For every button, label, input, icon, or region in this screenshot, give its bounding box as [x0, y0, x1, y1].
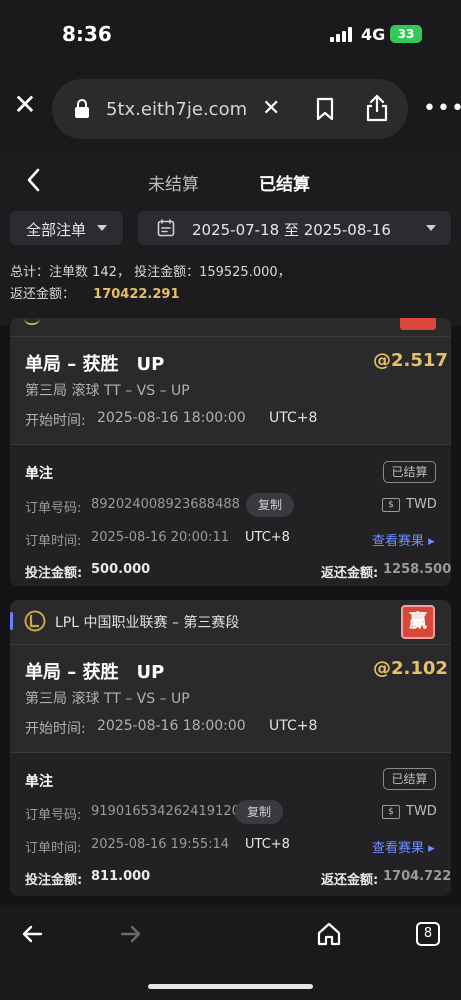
copy-button[interactable]: 复制	[246, 493, 294, 517]
summary-totals: 总计：注单数 142， 投注金额：159525.000，	[10, 265, 291, 280]
start-time-label: 开始时间:	[25, 721, 86, 737]
divider	[10, 752, 451, 753]
start-time-tz: UTC+8	[269, 718, 318, 734]
settled-badge: 已结算	[383, 461, 436, 483]
return-value: 1704.722	[383, 869, 452, 884]
chevron-down-icon	[426, 225, 436, 231]
settled-badge: 已结算	[383, 768, 436, 790]
status-time: 8:36	[62, 22, 112, 46]
bet-match-info: 第三局 滚球 TT – VS – UP	[25, 691, 190, 707]
back-arrow-icon[interactable]	[20, 922, 44, 946]
home-icon[interactable]	[316, 921, 342, 947]
clear-url-icon[interactable]: ✕	[262, 96, 280, 121]
tab-unsettled[interactable]: 未结算	[148, 170, 199, 195]
tab-settled[interactable]: 已结算	[259, 170, 310, 195]
stake-label: 投注金额:	[25, 873, 83, 888]
bet-market-title: 单局 – 获胜 UP	[25, 662, 165, 683]
bookmark-icon[interactable]	[315, 97, 335, 121]
win-badge: 赢	[401, 605, 435, 639]
order-time-label: 订单时间:	[25, 534, 82, 549]
start-time-label: 开始时间:	[25, 413, 86, 429]
order-time: 2025-08-16 20:00:11	[91, 530, 230, 545]
league-name: LPL 中国职业联赛 – 第三赛段	[55, 615, 240, 631]
cellular-signal-icon	[330, 26, 354, 42]
league-accent-bar	[10, 612, 13, 630]
bet-market-title: 单局 – 获胜 UP	[25, 354, 165, 375]
stake-value: 811.000	[91, 869, 151, 884]
bet-match-info: 第三局 滚球 TT – VS – UP	[25, 383, 190, 399]
chevron-down-icon	[97, 225, 107, 231]
summary-returned-label: 返还金额：	[10, 287, 76, 302]
start-time-value: 2025-08-16 18:00:00	[97, 718, 246, 734]
win-badge-partial	[400, 318, 436, 330]
divider	[10, 336, 451, 337]
play-arrow-icon: ▸	[428, 841, 435, 856]
currency-icon: $	[382, 498, 400, 512]
back-icon[interactable]	[22, 166, 46, 194]
stake-label: 投注金额:	[25, 566, 83, 581]
bet-odds: @2.517	[373, 350, 448, 371]
summary-returned-value: 170422.291	[93, 287, 180, 302]
order-time-tz: UTC+8	[245, 530, 290, 545]
forward-arrow-icon[interactable]	[119, 922, 143, 946]
divider	[10, 644, 451, 645]
view-result-label: 查看赛果	[372, 534, 425, 549]
lock-icon	[75, 99, 89, 118]
view-result-link[interactable]: 查看赛果 ▸	[372, 837, 435, 856]
view-result-link[interactable]: 查看赛果 ▸	[372, 530, 435, 549]
start-time-value: 2025-08-16 18:00:00	[97, 410, 246, 426]
copy-button[interactable]: 复制	[235, 800, 283, 824]
calendar-icon	[157, 219, 175, 237]
bet-type: 单注	[25, 774, 53, 790]
view-result-label: 查看赛果	[372, 841, 425, 856]
date-range-text: 2025-07-18 至 2025-08-16	[192, 221, 391, 239]
share-icon[interactable]	[364, 94, 390, 122]
stake-value: 500.000	[91, 562, 151, 577]
order-time: 2025-08-16 19:55:14	[91, 837, 230, 852]
currency: TWD	[406, 497, 437, 512]
order-no-label: 订单号码:	[25, 808, 82, 823]
order-no: 919016534262419120	[91, 804, 240, 819]
bet-type-filter-label: 全部注单	[26, 221, 87, 239]
start-time-tz: UTC+8	[269, 410, 318, 426]
divider	[10, 444, 451, 445]
url-text[interactable]: 5tx.eith7je.com	[106, 99, 247, 120]
play-arrow-icon: ▸	[428, 534, 435, 549]
home-indicator	[148, 984, 313, 989]
bet-type: 单注	[25, 466, 53, 482]
battery-icon: 33	[390, 25, 422, 43]
return-label: 返还金额:	[321, 566, 379, 581]
tabs-count-icon[interactable]: 8	[416, 922, 440, 946]
network-type: 4G	[361, 25, 386, 44]
order-time-label: 订单时间:	[25, 841, 82, 856]
order-no-label: 订单号码:	[25, 501, 82, 516]
currency: TWD	[406, 804, 437, 819]
order-no: 892024008923688488	[91, 497, 240, 512]
order-time-tz: UTC+8	[245, 837, 290, 852]
more-icon[interactable]: •••	[423, 96, 461, 121]
close-tab-icon[interactable]: ✕	[10, 90, 40, 120]
league-logo-icon	[24, 610, 46, 632]
bet-odds: @2.102	[373, 658, 448, 679]
currency-icon: $	[382, 805, 400, 819]
summary-returned: 返还金额： 170422.291	[10, 283, 180, 302]
return-value: 1258.500	[383, 562, 452, 577]
return-label: 返还金额:	[321, 873, 379, 888]
